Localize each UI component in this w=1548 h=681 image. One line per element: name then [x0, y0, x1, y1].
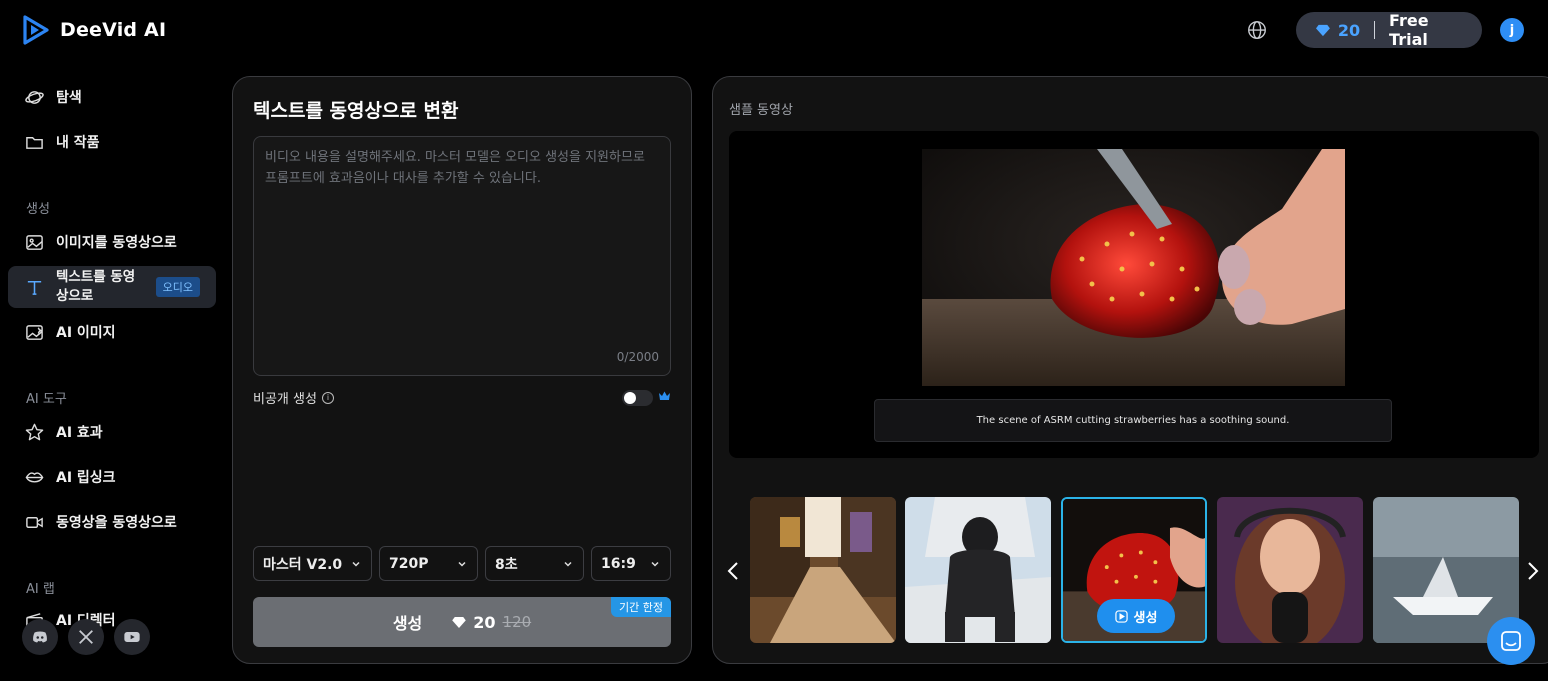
discord-icon — [33, 631, 47, 643]
sidebar-item-image-to-video[interactable]: 이미지를 동영상으로 — [8, 222, 216, 262]
thumbnail-generate-button[interactable]: 생성 — [1097, 599, 1175, 633]
section-title-ai-tools: AI 도구 — [26, 392, 67, 407]
section-title-create: 생성 — [26, 202, 50, 217]
app-name: DeeVid AI — [60, 19, 167, 41]
duration-value: 8초 — [495, 556, 518, 573]
folder-icon — [26, 136, 43, 149]
diamond-icon — [452, 616, 467, 628]
sample-thumbnail-street[interactable] — [750, 497, 896, 643]
option-selects: 마스터 V2.0 720P 8초 16:9 — [253, 546, 671, 581]
duration-select[interactable]: 8초 — [485, 546, 584, 581]
credit-count: 20 — [1337, 20, 1361, 40]
info-icon[interactable]: i — [321, 391, 334, 404]
podcaster-scene-image — [1217, 497, 1363, 643]
aspect-ratio-select[interactable]: 16:9 — [591, 546, 671, 581]
sample-thumbnail-strawberry[interactable]: 생성 — [1061, 497, 1207, 643]
strawberry-scene-image — [922, 149, 1345, 386]
sample-video-player[interactable]: The scene of ASRM cutting strawberries h… — [729, 131, 1539, 458]
char-counter: 0/2000 — [616, 350, 659, 364]
sidebar-item-label: AI 이미지 — [56, 325, 116, 341]
sidebar-item-label: 동영상을 동영상으로 — [56, 515, 177, 531]
private-generation-label: 비공개 생성 i — [253, 388, 334, 407]
chevron-down-icon — [352, 561, 360, 567]
image-sparkle-icon — [26, 324, 43, 340]
model-value: 마스터 V2.0 — [263, 556, 343, 573]
lips-icon — [25, 471, 44, 482]
play-icon — [1114, 609, 1128, 623]
carousel-next-icon[interactable] — [1527, 560, 1539, 582]
sidebar-item-label: 내 작품 — [56, 135, 100, 151]
divider — [1374, 21, 1376, 39]
toggle-knob — [624, 392, 636, 404]
audio-badge: 오디오 — [155, 277, 200, 297]
social-links — [22, 619, 150, 655]
sidebar-item-ai-lipsync[interactable]: AI 립싱크 — [8, 457, 216, 497]
generate-button[interactable]: 생성 20 120 기간 한정 — [253, 597, 671, 647]
video-frame — [922, 149, 1345, 386]
sidebar-item-ai-image[interactable]: AI 이미지 — [8, 312, 216, 352]
prompt-input[interactable] — [254, 137, 670, 375]
thumbnail-generate-label: 생성 — [1133, 610, 1158, 626]
sidebar-item-text-to-video[interactable]: 텍스트를 동영상으로 오디오 — [8, 266, 216, 308]
sample-caption: The scene of ASRM cutting strawberries h… — [874, 399, 1392, 442]
private-toggle[interactable] — [622, 390, 653, 406]
image-icon — [26, 234, 43, 250]
street-scene-image — [750, 497, 896, 643]
gorilla-scene-image — [905, 497, 1051, 643]
generate-label: 생성 — [392, 614, 423, 633]
private-label-text: 비공개 생성 — [253, 392, 317, 407]
sidebar-item-label: AI 립싱크 — [56, 470, 116, 486]
video-icon — [26, 516, 43, 528]
chat-support-button[interactable] — [1487, 617, 1535, 665]
chevron-down-icon — [564, 561, 572, 567]
youtube-link[interactable] — [114, 619, 150, 655]
sidebar-item-video-to-video[interactable]: 동영상을 동영상으로 — [8, 502, 216, 542]
text-to-video-form: 텍스트를 동영상으로 변환 0/2000 비공개 생성 i 마스터 V2.0 7… — [232, 76, 692, 664]
sidebar-item-my-works[interactable]: 내 작품 — [8, 122, 216, 162]
chat-icon — [1501, 631, 1521, 651]
carousel-prev-icon[interactable] — [727, 560, 739, 582]
resolution-value: 720P — [389, 555, 429, 572]
sample-video-panel: 샘플 동영상 The scene of ASRM cutting strawbe… — [712, 76, 1548, 664]
youtube-icon — [124, 632, 140, 642]
crown-icon — [659, 391, 670, 400]
deevid-logo-icon — [23, 15, 49, 45]
sidebar-item-label: AI 효과 — [56, 425, 103, 441]
diamond-icon — [1316, 24, 1330, 36]
discord-link[interactable] — [22, 619, 58, 655]
limited-time-badge: 기간 한정 — [611, 597, 671, 617]
sidebar: 탐색 내 작품 생성 이미지를 동영상으로 텍스트를 동영상으로 오디오 AI … — [0, 70, 224, 681]
aspect-value: 16:9 — [601, 555, 636, 572]
sidebar-item-label-text: 텍스트를 동영상으로 — [56, 269, 136, 304]
old-cost-value: 120 — [502, 613, 532, 631]
prompt-box: 0/2000 — [253, 136, 671, 376]
cost-value: 20 — [473, 612, 496, 632]
resolution-select[interactable]: 720P — [379, 546, 478, 581]
sidebar-item-explore[interactable]: 탐색 — [8, 77, 216, 117]
chevron-down-icon — [458, 561, 466, 567]
sample-thumbnail-gorilla[interactable] — [905, 497, 1051, 643]
sample-title: 샘플 동영상 — [729, 103, 793, 118]
app-logo[interactable]: DeeVid AI — [22, 15, 166, 45]
text-icon — [27, 280, 42, 295]
planet-icon — [25, 90, 44, 104]
language-globe-icon[interactable] — [1246, 19, 1268, 41]
credits-plan-button[interactable]: 20 Free Trial — [1296, 11, 1482, 49]
sample-thumbnails: 생성 — [750, 497, 1519, 643]
model-select[interactable]: 마스터 V2.0 — [253, 546, 372, 581]
plan-label: Free Trial — [1389, 11, 1429, 49]
section-title-ai-lab: AI 랩 — [26, 582, 55, 597]
sidebar-item-label: 탐색 — [56, 90, 82, 106]
sidebar-item-label: 텍스트를 동영상으로 — [56, 268, 146, 306]
chevron-down-icon — [651, 561, 659, 567]
user-avatar[interactable]: j — [1500, 18, 1524, 42]
x-icon — [79, 630, 93, 644]
sidebar-item-ai-effects[interactable]: AI 효과 — [8, 412, 216, 452]
star-icon — [25, 423, 44, 440]
form-title: 텍스트를 동영상으로 변환 — [253, 100, 459, 122]
generate-cost: 20 120 — [452, 613, 531, 632]
sidebar-item-label: 이미지를 동영상으로 — [56, 235, 177, 251]
x-link[interactable] — [68, 619, 104, 655]
sample-thumbnail-podcaster[interactable] — [1217, 497, 1363, 643]
